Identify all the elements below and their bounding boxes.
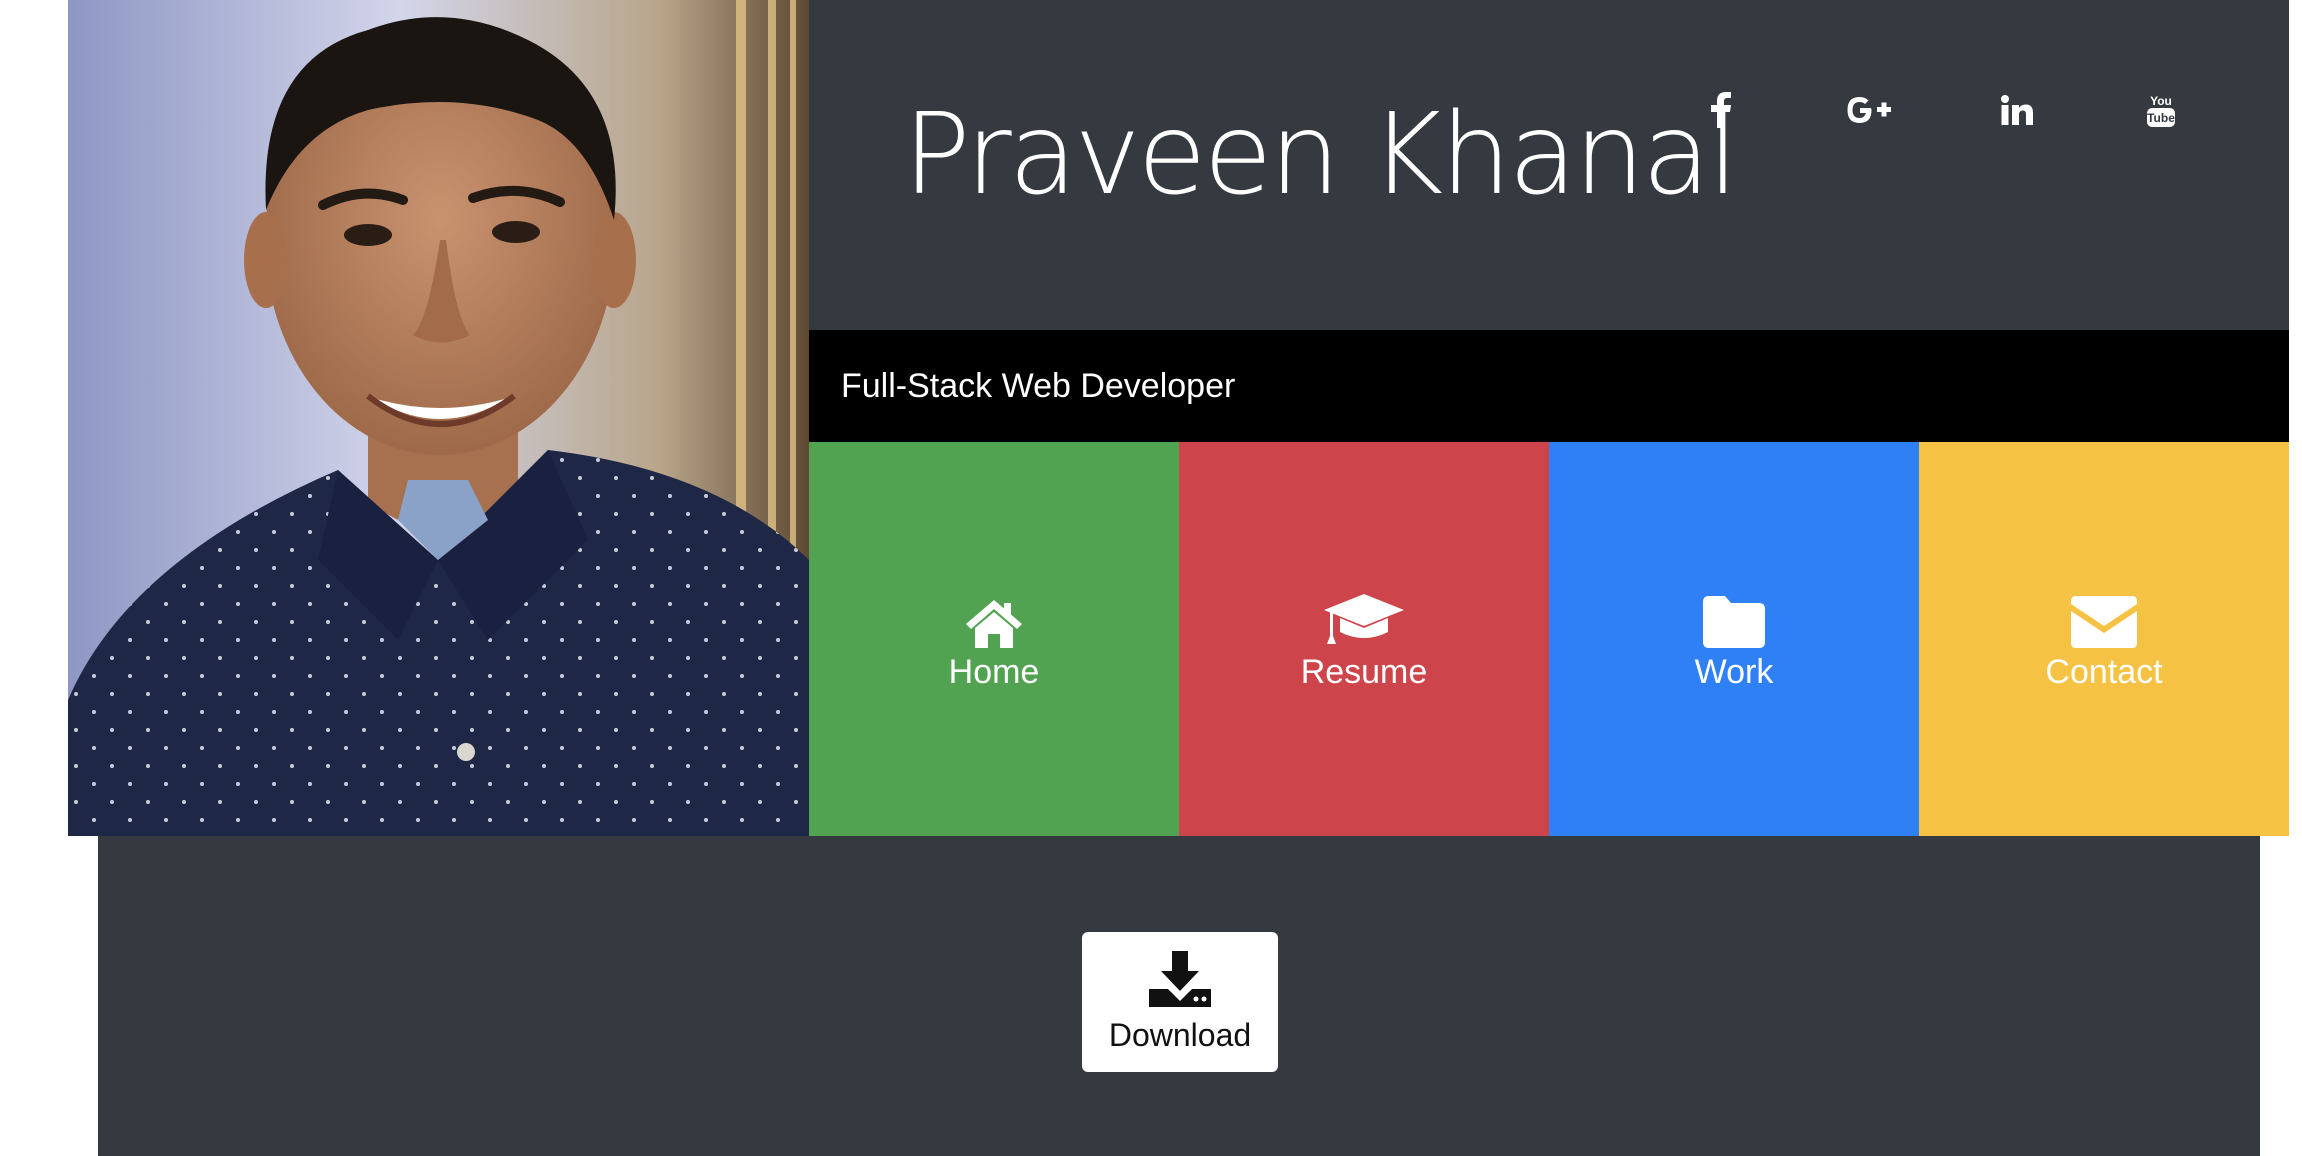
- facebook-icon: [1710, 92, 1732, 128]
- profile-subtitle: Full-Stack Web Developer: [841, 367, 1236, 405]
- nav-tiles: Home Resume Work Contact: [809, 442, 2289, 836]
- download-button[interactable]: Download: [1082, 932, 1278, 1072]
- svg-text:You: You: [2150, 94, 2172, 108]
- nav-tile-label: Home: [948, 653, 1040, 691]
- nav-tile-contact[interactable]: Contact: [1919, 442, 2289, 836]
- graduation-cap-icon: [1322, 584, 1406, 648]
- nav-tile-label: Resume: [1300, 653, 1428, 691]
- home-icon: [965, 584, 1023, 648]
- download-section: Download: [98, 836, 2260, 1156]
- title-bar: Praveen Khanal You Tube: [809, 0, 2289, 330]
- profile-photo: [68, 0, 809, 836]
- youtube-link[interactable]: You Tube: [2131, 80, 2191, 140]
- google-plus-link[interactable]: [1839, 80, 1899, 140]
- facebook-link[interactable]: [1691, 80, 1751, 140]
- nav-tile-resume[interactable]: Resume: [1179, 442, 1549, 836]
- subtitle-bar: Full-Stack Web Developer: [809, 330, 2289, 442]
- nav-tile-work[interactable]: Work: [1549, 442, 1919, 836]
- page: Praveen Khanal You Tube Full-Stack Web D…: [0, 0, 2302, 1156]
- profile-name: Praveen Khanal: [903, 90, 1739, 220]
- download-icon: [1149, 950, 1211, 1012]
- download-label: Download: [1108, 1016, 1252, 1053]
- google-plus-icon: [1845, 94, 1893, 126]
- folder-icon: [1703, 584, 1765, 648]
- envelope-icon: [2071, 584, 2137, 648]
- linkedin-icon: [2001, 95, 2033, 125]
- youtube-icon: You Tube: [2146, 92, 2176, 128]
- header-panel: Praveen Khanal You Tube Full-Stack Web D…: [809, 0, 2289, 836]
- nav-tile-label: Work: [1694, 653, 1774, 691]
- social-links: You Tube: [1691, 80, 2231, 140]
- linkedin-link[interactable]: [1987, 80, 2047, 140]
- hero-section: Praveen Khanal You Tube Full-Stack Web D…: [68, 0, 2289, 836]
- nav-tile-label: Contact: [2045, 653, 2163, 691]
- nav-tile-home[interactable]: Home: [809, 442, 1179, 836]
- svg-text:Tube: Tube: [2147, 111, 2175, 125]
